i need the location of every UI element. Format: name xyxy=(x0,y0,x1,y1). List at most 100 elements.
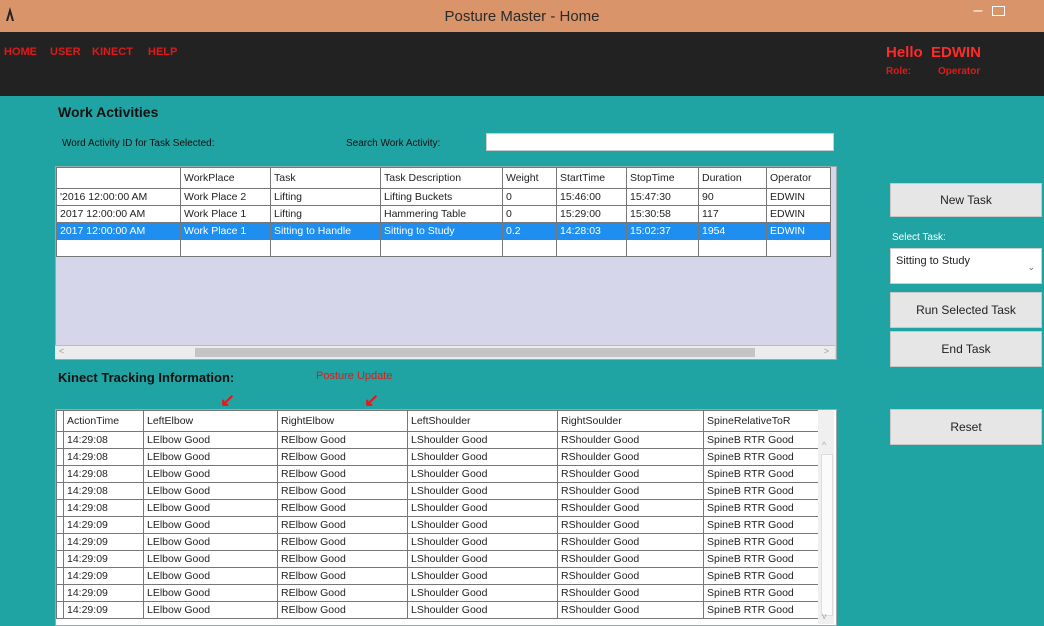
table-row[interactable]: 14:29:09 LElbow Good RElbow Good LShoulder … xyxy=(56,550,820,568)
vertical-scrollbar[interactable]: ^ v xyxy=(818,410,834,624)
table-row[interactable]: 14:29:09 LElbow Good RElbow Good LShoulder … xyxy=(56,516,820,534)
end-task-button[interactable]: End Task xyxy=(890,331,1042,367)
minimize-icon[interactable]: – xyxy=(968,2,988,20)
table-row[interactable]: 14:29:08 LElbow Good RElbow Good LShoulder … xyxy=(56,465,820,483)
scrollbar-thumb[interactable] xyxy=(821,454,833,616)
scroll-right-icon[interactable]: > xyxy=(824,346,829,356)
column-header[interactable]: Task xyxy=(270,167,381,189)
row-header xyxy=(56,601,64,619)
column-header[interactable]: RightSoulder xyxy=(557,410,704,432)
column-header[interactable]: LeftElbow xyxy=(143,410,278,432)
scroll-left-icon[interactable]: < xyxy=(59,346,64,356)
table-cell: LElbow Good xyxy=(143,431,278,449)
horizontal-scrollbar[interactable]: < > xyxy=(55,345,835,359)
column-header[interactable]: SpineRelativeToR xyxy=(703,410,820,432)
table-row[interactable]: '2016 12:00:00 AM Work Place 2 Lifting Lift… xyxy=(56,188,831,206)
table-cell: 14:29:09 xyxy=(63,601,144,619)
column-header[interactable]: StartTime xyxy=(556,167,627,189)
table-cell: EDWIN xyxy=(766,188,831,206)
menu-kinect[interactable]: KINECT xyxy=(92,46,133,58)
table-row[interactable]: 14:29:09 LElbow Good RElbow Good LShoulder … xyxy=(56,584,820,602)
table-cell: EDWIN xyxy=(766,222,831,240)
table-cell: EDWIN xyxy=(766,205,831,223)
table-cell: LShoulder Good xyxy=(407,567,558,585)
table-cell: SpineB RTR Good xyxy=(703,448,820,466)
table-row[interactable]: 14:29:09 LElbow Good RElbow Good LShoulder … xyxy=(56,601,820,619)
row-header xyxy=(56,584,64,602)
table-cell: RShoulder Good xyxy=(557,601,704,619)
table-cell: LShoulder Good xyxy=(407,482,558,500)
table-cell: 90 xyxy=(698,188,767,206)
scrollbar-thumb[interactable] xyxy=(195,348,755,357)
table-cell: 2017 12:00:00 AM xyxy=(56,205,181,223)
table-cell: LElbow Good xyxy=(143,601,278,619)
row-header xyxy=(56,567,64,585)
column-header[interactable]: Weight xyxy=(502,167,557,189)
column-header[interactable]: Duration xyxy=(698,167,767,189)
table-cell: SpineB RTR Good xyxy=(703,465,820,483)
table-cell: SpineB RTR Good xyxy=(703,567,820,585)
table-cell: RShoulder Good xyxy=(557,516,704,534)
kinect-title: Kinect Tracking Information: xyxy=(58,370,235,385)
table-cell: Sitting to Handle xyxy=(270,222,381,240)
table-cell: LShoulder Good xyxy=(407,550,558,568)
table-cell: RShoulder Good xyxy=(557,448,704,466)
table-cell: 117 xyxy=(698,205,767,223)
column-header[interactable]: LeftShoulder xyxy=(407,410,558,432)
table-cell: SpineB RTR Good xyxy=(703,499,820,517)
table-cell: LElbow Good xyxy=(143,465,278,483)
maximize-icon[interactable] xyxy=(992,6,1005,16)
table-row[interactable]: 14:29:08 LElbow Good RElbow Good LShoulder … xyxy=(56,499,820,517)
column-header[interactable]: StopTime xyxy=(626,167,699,189)
table-cell: LShoulder Good xyxy=(407,448,558,466)
table-cell: SpineB RTR Good xyxy=(703,601,820,619)
reset-button[interactable]: Reset xyxy=(890,409,1042,445)
menu-home[interactable]: HOME xyxy=(4,46,37,58)
table-row[interactable]: 2017 12:00:00 AM Work Place 1 Sitting to H… xyxy=(56,222,831,240)
table-row[interactable]: 14:29:09 LElbow Good RElbow Good LShoulder … xyxy=(56,567,820,585)
menu-help[interactable]: HELP xyxy=(148,46,177,58)
table-row[interactable]: 14:29:09 LElbow Good RElbow Good LShoulder … xyxy=(56,533,820,551)
table-row[interactable]: 2017 12:00:00 AM Work Place 1 Lifting Hamme… xyxy=(56,205,831,223)
window-title: Posture Master - Home xyxy=(444,8,600,25)
new-task-button[interactable]: New Task xyxy=(890,183,1042,217)
table-cell: LElbow Good xyxy=(143,499,278,517)
table-row[interactable]: 14:29:08 LElbow Good RElbow Good LShoulder … xyxy=(56,482,820,500)
table-cell: 1954 xyxy=(698,222,767,240)
table-cell: 0.2 xyxy=(502,222,557,240)
table-cell: RElbow Good xyxy=(277,499,408,517)
table-cell xyxy=(502,239,557,257)
select-task-dropdown[interactable]: Sitting to Study ⌄ xyxy=(890,248,1042,284)
table-cell xyxy=(180,239,271,257)
kinect-tracking-grid[interactable]: ActionTime LeftElbow RightElbow LeftShoulde… xyxy=(55,409,837,626)
table-cell: 15:47:30 xyxy=(626,188,699,206)
column-header[interactable]: Task Description xyxy=(380,167,503,189)
table-cell: 0 xyxy=(502,188,557,206)
table-cell: 14:29:09 xyxy=(63,567,144,585)
table-cell: LShoulder Good xyxy=(407,431,558,449)
column-header[interactable]: RightElbow xyxy=(277,410,408,432)
table-cell: Work Place 2 xyxy=(180,188,271,206)
table-cell: 14:29:09 xyxy=(63,550,144,568)
scroll-down-icon[interactable]: v xyxy=(822,611,827,621)
work-activities-grid[interactable]: WorkPlace Task Task Description Weight Start… xyxy=(55,166,837,360)
column-header[interactable]: Operator xyxy=(766,167,831,189)
table-row[interactable] xyxy=(56,239,831,257)
column-header[interactable] xyxy=(56,167,181,189)
table-cell: RElbow Good xyxy=(277,533,408,551)
search-input[interactable] xyxy=(486,133,834,151)
table-cell: RElbow Good xyxy=(277,431,408,449)
row-header xyxy=(56,465,64,483)
table-row[interactable]: 14:29:08 LElbow Good RElbow Good LShoulder … xyxy=(56,431,820,449)
table-cell: RShoulder Good xyxy=(557,431,704,449)
table-cell: LShoulder Good xyxy=(407,533,558,551)
table-cell: RShoulder Good xyxy=(557,567,704,585)
menu-user[interactable]: USER xyxy=(50,46,81,58)
scroll-up-icon[interactable]: ^ xyxy=(822,440,826,450)
table-cell: Work Place 1 xyxy=(180,205,271,223)
table-cell: 14:29:08 xyxy=(63,482,144,500)
column-header[interactable]: WorkPlace xyxy=(180,167,271,189)
column-header[interactable]: ActionTime xyxy=(63,410,144,432)
table-row[interactable]: 14:29:08 LElbow Good RElbow Good LShoulder … xyxy=(56,448,820,466)
run-selected-task-button[interactable]: Run Selected Task xyxy=(890,292,1042,328)
